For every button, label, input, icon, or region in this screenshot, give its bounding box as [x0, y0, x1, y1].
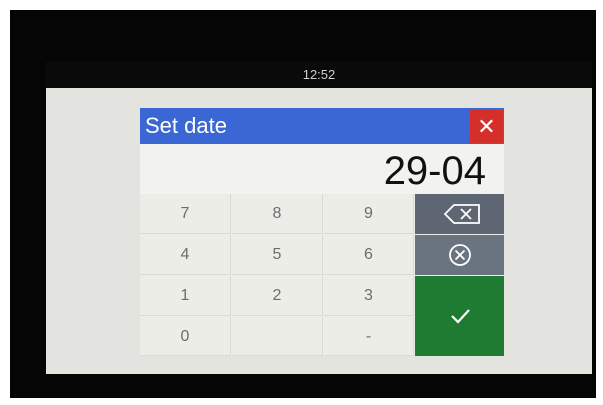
backspace-icon — [443, 204, 480, 224]
key-dash[interactable]: - — [324, 317, 414, 356]
key-1[interactable]: 1 — [140, 276, 231, 316]
key-5[interactable]: 5 — [232, 235, 323, 275]
key-3[interactable]: 3 — [324, 276, 414, 316]
close-button[interactable]: ✕ — [470, 110, 503, 143]
key-8[interactable]: 8 — [232, 194, 323, 234]
key-6[interactable]: 6 — [324, 235, 414, 275]
key-0[interactable]: 0 — [140, 317, 231, 356]
key-2[interactable]: 2 — [232, 276, 323, 316]
dialog-titlebar: Set date ✕ — [140, 108, 504, 144]
checkmark-icon — [451, 309, 470, 324]
clock-time: 12:52 — [302, 67, 336, 82]
status-bar: 12:52 — [46, 62, 592, 88]
key-blank[interactable] — [232, 317, 323, 356]
key-7[interactable]: 7 — [140, 194, 231, 234]
key-4[interactable]: 4 — [140, 235, 231, 275]
key-9[interactable]: 9 — [324, 194, 414, 234]
date-display: 29-04 — [140, 144, 504, 194]
dialog-title: Set date — [145, 113, 227, 138]
backspace-button[interactable] — [415, 194, 504, 234]
date-value: 29-04 — [383, 149, 486, 193]
clear-circle-x-icon — [449, 244, 471, 266]
close-icon: ✕ — [477, 114, 496, 139]
numeric-keypad: 7 8 9 4 5 6 1 2 3 0 - — [140, 194, 414, 356]
set-date-dialog: Set date ✕ 29-04 7 8 9 4 5 6 1 2 3 0 - — [140, 108, 504, 356]
confirm-button[interactable] — [415, 276, 504, 356]
clear-button[interactable] — [415, 235, 504, 275]
